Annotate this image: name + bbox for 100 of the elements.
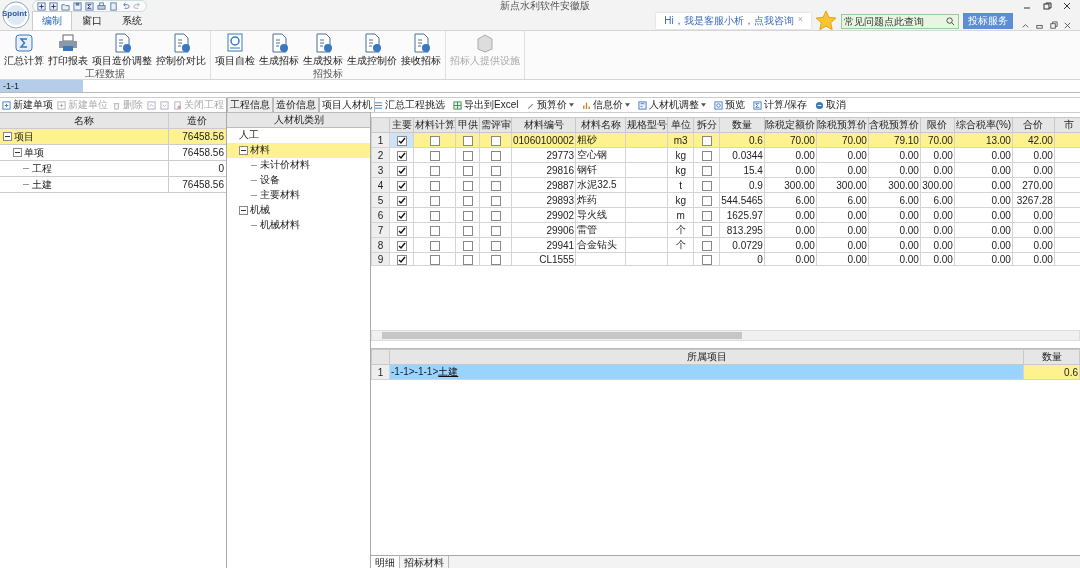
toolbar-button[interactable]: 汇总工程挑选: [373, 98, 446, 112]
menu-tab[interactable]: 系统: [112, 11, 152, 30]
checkbox[interactable]: [490, 195, 501, 206]
menu-tab[interactable]: 窗口: [72, 11, 112, 30]
plus-icon[interactable]: [37, 1, 46, 11]
category-item[interactable]: 机械材料: [227, 218, 370, 233]
checkbox[interactable]: [701, 135, 712, 146]
checkbox[interactable]: [462, 254, 473, 265]
category-item[interactable]: 未计价材料: [227, 158, 370, 173]
checkbox[interactable]: [490, 240, 501, 251]
checkbox[interactable]: [396, 225, 407, 236]
logo-icon[interactable]: [2, 1, 30, 29]
ribbon-button[interactable]: 接收招标: [399, 31, 443, 68]
checkbox[interactable]: [396, 135, 407, 146]
checkbox[interactable]: [396, 210, 407, 221]
checkbox[interactable]: [396, 195, 407, 206]
category-item[interactable]: 设备: [227, 173, 370, 188]
tree-row[interactable]: 项目 76458.56: [0, 129, 226, 145]
checkbox[interactable]: [429, 240, 440, 251]
close-icon[interactable]: [1063, 21, 1072, 30]
checkbox[interactable]: [462, 210, 473, 221]
checkbox[interactable]: [462, 240, 473, 251]
toolbar-button[interactable]: 预算价: [525, 98, 576, 112]
checkbox[interactable]: [490, 210, 501, 221]
menu-tab[interactable]: 编制: [32, 11, 72, 30]
restore-icon[interactable]: [1049, 21, 1058, 30]
bottom-tab[interactable]: 明细: [371, 556, 400, 568]
checkbox[interactable]: [462, 180, 473, 191]
toolbar-button[interactable]: 导出到Excel: [452, 98, 520, 112]
checkbox[interactable]: [490, 180, 501, 191]
checkbox[interactable]: [701, 180, 712, 191]
checkbox[interactable]: [462, 195, 473, 206]
checkbox[interactable]: [490, 135, 501, 146]
ribbon-button[interactable]: 项目自检: [213, 31, 257, 68]
ribbon-button[interactable]: 生成招标: [257, 31, 301, 68]
panel-tab[interactable]: 工程信息: [227, 97, 273, 112]
panel-tab[interactable]: 造价信息: [273, 97, 319, 112]
collapse-icon[interactable]: [239, 205, 248, 215]
checkbox[interactable]: [429, 150, 440, 161]
sigma-icon[interactable]: [85, 1, 94, 11]
item-link[interactable]: 土建: [438, 366, 459, 377]
checkbox[interactable]: [396, 240, 407, 251]
checkbox[interactable]: [462, 225, 473, 236]
panel-tab[interactable]: 项目人材机: [319, 97, 375, 112]
collapse-icon[interactable]: [239, 145, 248, 155]
checkbox[interactable]: [429, 225, 440, 236]
horizontal-scrollbar[interactable]: [371, 330, 1080, 341]
checkbox[interactable]: [701, 240, 712, 251]
restore-icon[interactable]: [1042, 1, 1052, 11]
ribbon-button[interactable]: 控制价对比: [154, 31, 208, 68]
printer-icon[interactable]: [97, 1, 106, 11]
toolbar-button[interactable]: 新建单项: [1, 98, 54, 112]
close-icon[interactable]: [1062, 1, 1072, 11]
checkbox[interactable]: [396, 254, 407, 265]
undo-icon[interactable]: [121, 1, 130, 11]
tree-row[interactable]: 工程 0: [0, 161, 226, 177]
document-icon[interactable]: [109, 1, 118, 11]
checkbox[interactable]: [701, 254, 712, 265]
bottom-tab[interactable]: 招标材料: [400, 556, 449, 568]
category-item[interactable]: 材料: [227, 143, 370, 158]
category-item[interactable]: 机械: [227, 203, 370, 218]
ribbon-button[interactable]: 生成投标: [301, 31, 345, 68]
checkbox[interactable]: [429, 195, 440, 206]
toolbar-button[interactable]: 取消: [814, 98, 848, 112]
toolbar-button[interactable]: 人材机调整: [637, 98, 708, 112]
caret-up-icon[interactable]: [1021, 21, 1030, 30]
ribbon-button[interactable]: 打印报表: [46, 31, 90, 68]
checkbox[interactable]: [490, 165, 501, 176]
ribbon-button[interactable]: 项目造价调整: [90, 31, 154, 68]
chat-bubble[interactable]: Hi，我是客服小析，点我咨询 ×: [656, 13, 811, 29]
checkbox[interactable]: [396, 165, 407, 176]
checkbox[interactable]: [429, 135, 440, 146]
checkbox[interactable]: [396, 180, 407, 191]
checkbox[interactable]: [701, 165, 712, 176]
checkbox[interactable]: [490, 150, 501, 161]
tree-row[interactable]: 单项 76458.56: [0, 145, 226, 161]
checkbox[interactable]: [429, 165, 440, 176]
category-item[interactable]: 主要材料: [227, 188, 370, 203]
checkbox[interactable]: [462, 135, 473, 146]
checkbox[interactable]: [429, 210, 440, 221]
star-icon[interactable]: [815, 10, 837, 32]
checkbox[interactable]: [462, 150, 473, 161]
ribbon-button[interactable]: 汇总计算: [2, 31, 46, 68]
checkbox[interactable]: [490, 254, 501, 265]
checkbox[interactable]: [429, 180, 440, 191]
checkbox[interactable]: [701, 150, 712, 161]
collapse-icon[interactable]: [13, 148, 22, 157]
checkbox[interactable]: [701, 210, 712, 221]
checkbox[interactable]: [462, 165, 473, 176]
search-icon[interactable]: [946, 16, 955, 26]
toolbar-button[interactable]: 信息价: [581, 98, 632, 112]
checkbox[interactable]: [701, 195, 712, 206]
category-item[interactable]: 人工: [227, 128, 370, 143]
collapse-icon[interactable]: [3, 132, 12, 141]
toolbar-button[interactable]: 计算/保存: [752, 98, 809, 112]
tree-row[interactable]: 土建 76458.56: [0, 177, 226, 193]
checkbox[interactable]: [490, 225, 501, 236]
checkbox[interactable]: [429, 254, 440, 265]
checkbox[interactable]: [701, 225, 712, 236]
plus-icon[interactable]: [49, 1, 58, 11]
